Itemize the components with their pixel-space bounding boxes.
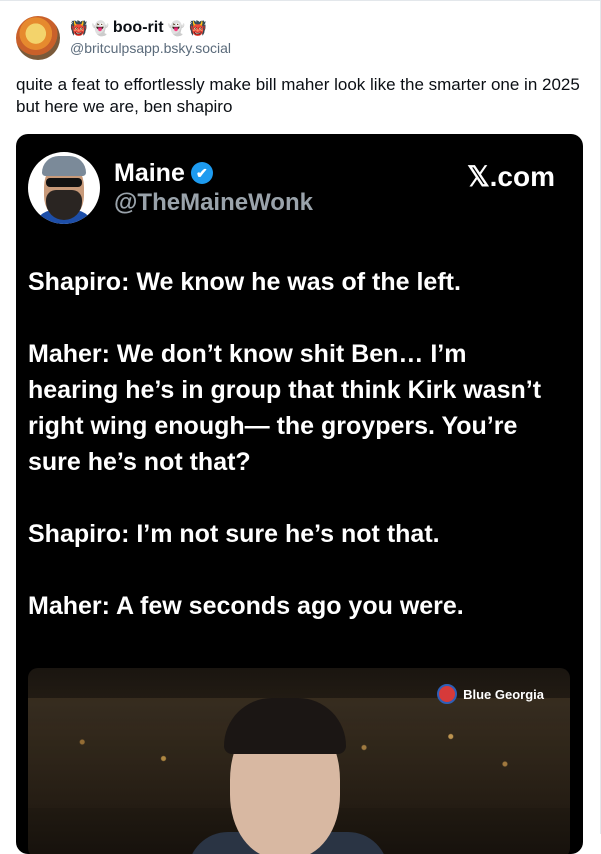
video-source-label: Blue Georgia bbox=[463, 686, 544, 702]
video-thumbnail[interactable]: Blue Georgia bbox=[28, 668, 570, 854]
post-text: quite a feat to effortlessly make bill m… bbox=[16, 75, 580, 116]
author-avatar[interactable] bbox=[16, 16, 60, 60]
embed-handle: @TheMaineWonk bbox=[114, 189, 313, 216]
ogre-emoji: 👹 bbox=[188, 20, 207, 36]
embed-avatar bbox=[28, 152, 100, 224]
author-handle[interactable]: @britculpsapp.bsky.social bbox=[70, 38, 231, 58]
embed-line: Maher: We don’t know shit Ben… I’m heari… bbox=[28, 340, 542, 476]
ghost-emoji: 👻 bbox=[167, 20, 185, 36]
blue-georgia-logo-icon bbox=[437, 684, 458, 704]
top-divider bbox=[0, 0, 601, 1]
ogre-emoji: 👹 bbox=[70, 20, 88, 36]
video-source-badge: Blue Georgia bbox=[437, 684, 544, 704]
embed-line: Maher: A few seconds ago you were. bbox=[28, 592, 464, 620]
verified-badge-icon: ✔ bbox=[190, 162, 213, 184]
display-name-text: boo-rit bbox=[112, 19, 164, 36]
author-names: 👹 👻 boo-rit 👻 👹 @britculpsapp.bsky.socia… bbox=[70, 18, 231, 58]
post-header: 👹 👻 boo-rit 👻 👹 @britculpsapp.bsky.socia… bbox=[16, 16, 231, 60]
author-display-name[interactable]: 👹 👻 boo-rit 👻 👹 bbox=[70, 18, 231, 38]
ghost-emoji: 👻 bbox=[91, 20, 109, 36]
embed-line: Shapiro: We know he was of the left. bbox=[28, 268, 461, 296]
embedded-screenshot[interactable]: Maine ✔ @TheMaineWonk 𝕏.com Shapiro: We … bbox=[16, 134, 583, 854]
embed-line: Shapiro: I’m not sure he’s not that. bbox=[28, 520, 440, 548]
embed-header: Maine ✔ @TheMaineWonk bbox=[28, 152, 313, 224]
x-logo-text: 𝕏.com bbox=[467, 161, 555, 192]
embed-body: Shapiro: We know he was of the left. Mah… bbox=[28, 264, 558, 660]
embed-names: Maine ✔ @TheMaineWonk bbox=[114, 158, 313, 218]
embed-name: Maine ✔ bbox=[114, 158, 313, 188]
embed-name-text: Maine bbox=[114, 159, 185, 187]
